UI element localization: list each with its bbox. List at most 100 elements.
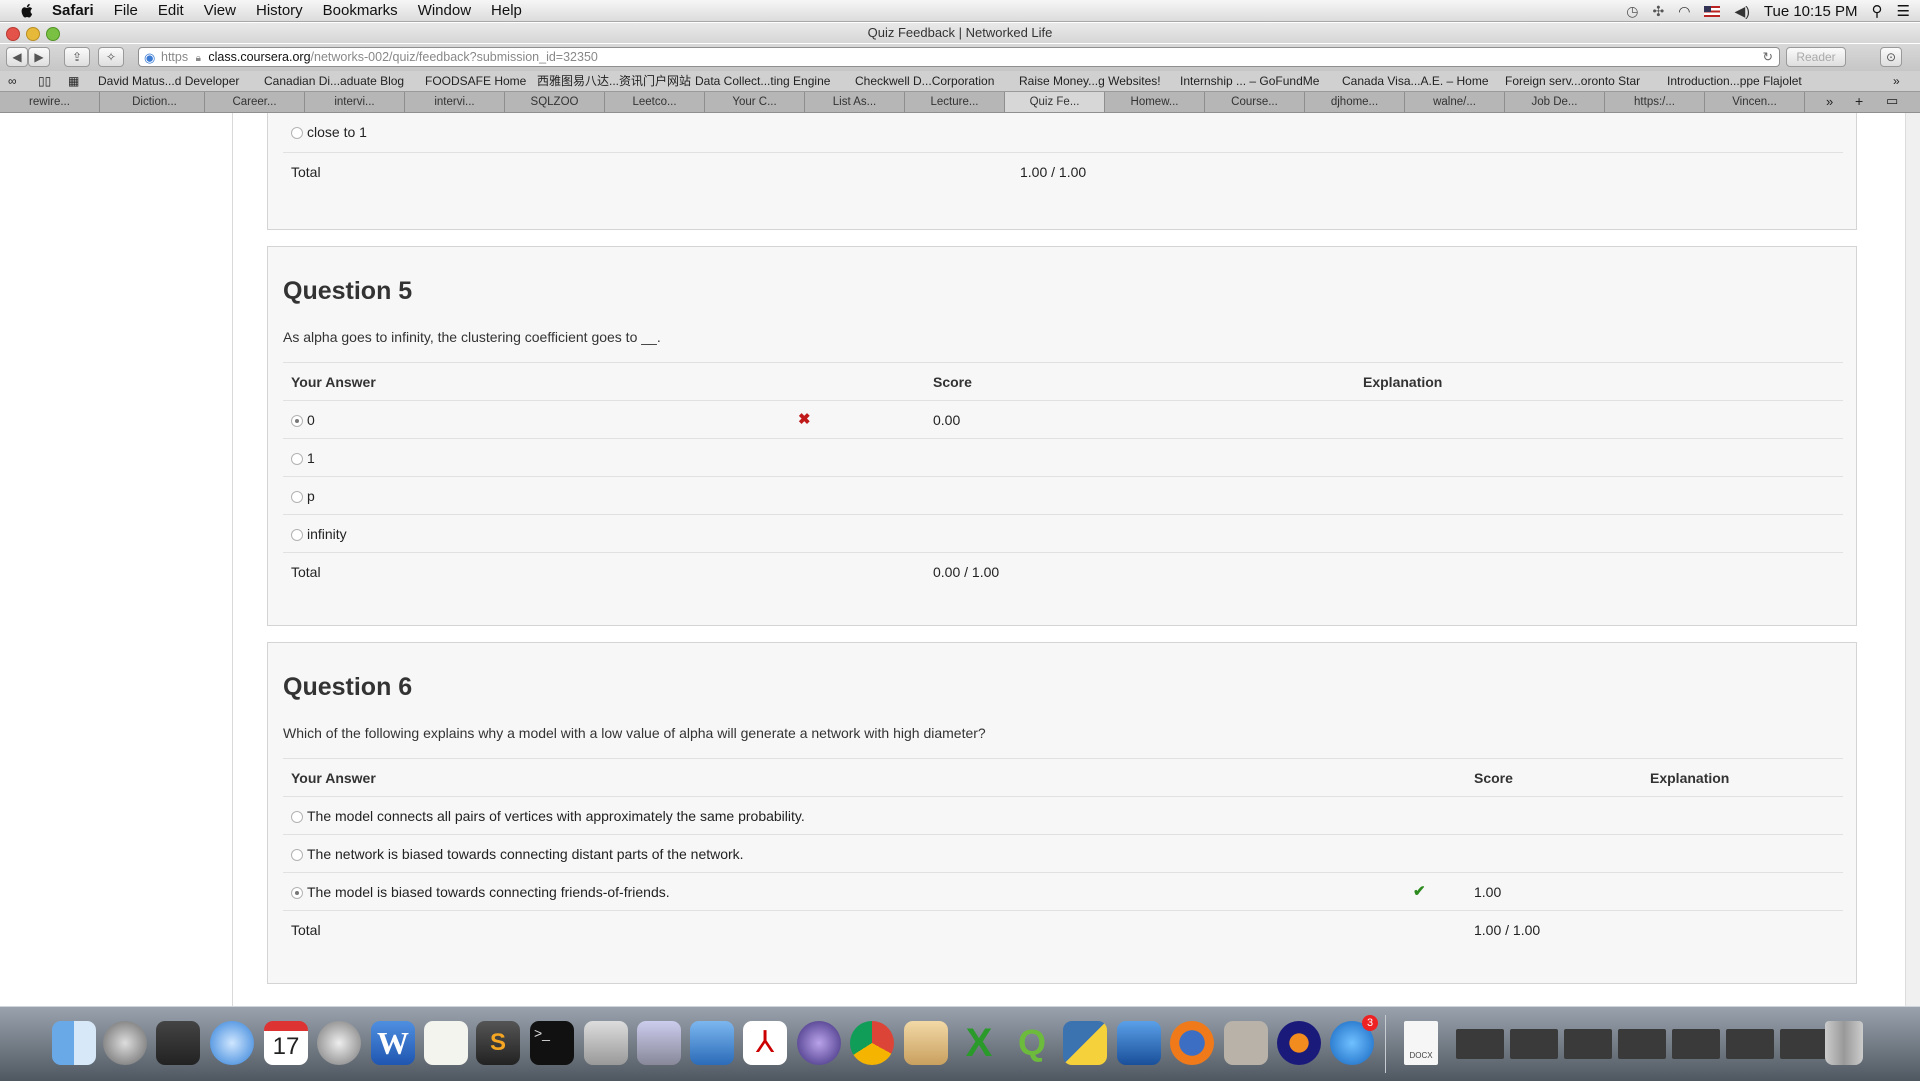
radio-button[interactable] <box>291 849 303 861</box>
acrobat-icon[interactable]: ⅄ <box>743 1021 787 1065</box>
menu-file[interactable]: File <box>114 2 138 19</box>
minimized-window-thumbnail[interactable] <box>1672 1029 1720 1059</box>
menu-edit[interactable]: Edit <box>158 2 184 19</box>
spotlight-icon[interactable]: ⚲ <box>1872 2 1883 20</box>
docx-file-icon[interactable]: DOCX <box>1404 1021 1438 1065</box>
bookmark-item[interactable]: Canada Visa...A.E. – Home <box>1342 71 1489 91</box>
audacity-icon[interactable] <box>1277 1021 1321 1065</box>
zoom-window-button[interactable] <box>46 27 60 41</box>
radio-button[interactable] <box>291 811 303 823</box>
tab-overview-icon[interactable]: ▭ <box>1886 93 1898 109</box>
tab[interactable]: Homew... <box>1105 92 1205 112</box>
close-window-button[interactable] <box>6 27 20 41</box>
tab[interactable]: Lecture... <box>905 92 1005 112</box>
tab[interactable]: List As... <box>805 92 905 112</box>
forward-button[interactable]: ▶ <box>28 47 50 67</box>
minimized-window-thumbnail[interactable] <box>1726 1029 1774 1059</box>
radio-button[interactable] <box>291 529 303 541</box>
qgis-icon[interactable]: Q <box>1010 1021 1054 1065</box>
tab[interactable]: Diction... <box>105 92 205 112</box>
menu-help[interactable]: Help <box>491 2 522 19</box>
system-preferences-icon[interactable] <box>317 1021 361 1065</box>
bookmark-item[interactable]: Foreign serv...oronto Star <box>1505 71 1640 91</box>
sublime-text-icon[interactable]: S <box>476 1021 520 1065</box>
notifications-icon[interactable]: ☰ <box>1897 2 1910 20</box>
finder-icon[interactable] <box>52 1021 96 1065</box>
terminal-icon[interactable]: >_ <box>530 1021 574 1065</box>
radio-button[interactable] <box>291 453 303 465</box>
tab-active[interactable]: Quiz Fe... <box>1005 92 1105 112</box>
xcode-icon[interactable] <box>690 1021 734 1065</box>
bookmark-item[interactable]: Internship ... – GoFundMe <box>1180 71 1319 91</box>
bookmark-item[interactable]: Data Collect...ting Engine <box>695 71 830 91</box>
safari-icon[interactable] <box>210 1021 254 1065</box>
tab[interactable]: intervi... <box>305 92 405 112</box>
folder-icon[interactable] <box>904 1021 948 1065</box>
github-icon[interactable] <box>1224 1021 1268 1065</box>
bookmarks-icon[interactable]: ▯▯ <box>38 71 51 91</box>
minimized-window-thumbnail[interactable] <box>1780 1029 1828 1059</box>
mission-control-icon[interactable] <box>156 1021 200 1065</box>
bluetooth-icon[interactable]: ✣ <box>1652 3 1664 20</box>
bookmark-item[interactable]: Canadian Di...aduate Blog <box>264 71 404 91</box>
excel-icon[interactable]: X <box>957 1021 1001 1065</box>
flag-input-icon[interactable] <box>1704 5 1721 17</box>
preview-icon[interactable] <box>637 1021 681 1065</box>
new-tab-button[interactable]: + <box>1855 93 1863 109</box>
clock[interactable]: Tue 10:15 PM <box>1764 3 1858 20</box>
tab[interactable]: rewire... <box>0 92 100 112</box>
tab[interactable]: intervi... <box>405 92 505 112</box>
bookmark-item[interactable]: FOODSAFE Home <box>425 71 526 91</box>
minimized-window-thumbnail[interactable] <box>1456 1029 1504 1059</box>
menu-app-safari[interactable]: Safari <box>52 2 94 19</box>
bookmark-item[interactable]: David Matus...d Developer <box>98 71 239 91</box>
radio-button[interactable] <box>291 491 303 503</box>
trash-icon[interactable] <box>1825 1021 1863 1065</box>
tab[interactable]: walne/... <box>1405 92 1505 112</box>
bookmark-item[interactable]: 西雅图易八达...资讯门户网站 <box>537 71 691 91</box>
app-store-icon[interactable]: 3 <box>1330 1015 1378 1065</box>
address-bar[interactable]: ◉ https 🔒︎ class.coursera.org/networks-0… <box>138 47 1780 67</box>
minimized-window-thumbnail[interactable] <box>1564 1029 1612 1059</box>
chrome-icon[interactable] <box>850 1021 894 1065</box>
tab[interactable]: djhome... <box>1305 92 1405 112</box>
python-icon[interactable] <box>1063 1021 1107 1065</box>
bookmark-item[interactable]: Introduction...ppe Flajolet <box>1667 71 1802 91</box>
firefox-icon[interactable] <box>1170 1021 1214 1065</box>
extensions-button[interactable]: ✧ <box>98 47 124 67</box>
menu-window[interactable]: Window <box>418 2 471 19</box>
tab[interactable]: Course... <box>1205 92 1305 112</box>
reading-list-icon[interactable]: ∞ <box>8 71 17 91</box>
tab[interactable]: https:/... <box>1605 92 1705 112</box>
apple-icon[interactable] <box>18 2 36 20</box>
radio-button-selected[interactable] <box>291 887 303 899</box>
share-button[interactable]: ⇪ <box>64 47 90 67</box>
word-icon[interactable]: W <box>371 1021 415 1065</box>
back-button[interactable]: ◀ <box>6 47 28 67</box>
tab[interactable]: Job De... <box>1505 92 1605 112</box>
time-machine-icon[interactable]: ◷ <box>1626 3 1638 20</box>
reader-button[interactable]: Reader <box>1786 47 1846 67</box>
radio-button-selected[interactable] <box>291 415 303 427</box>
textedit-icon[interactable] <box>424 1021 468 1065</box>
vertical-scrollbar[interactable] <box>1905 113 1920 1006</box>
bookmark-item[interactable]: Raise Money...g Websites! <box>1019 71 1161 91</box>
bookmark-item[interactable]: Checkwell D...Corporation <box>855 71 994 91</box>
minimized-window-thumbnail[interactable] <box>1510 1029 1558 1059</box>
tab[interactable]: Career... <box>205 92 305 112</box>
calendar-icon[interactable]: 17 <box>264 1021 308 1065</box>
tab[interactable]: Your C... <box>705 92 805 112</box>
downloads-button[interactable]: ⊙ <box>1880 47 1902 67</box>
tab[interactable]: Leetco... <box>605 92 705 112</box>
wifi-icon[interactable]: ◠ <box>1678 3 1690 20</box>
launchpad-icon[interactable] <box>103 1021 147 1065</box>
more-tabs-icon[interactable]: » <box>1826 94 1833 109</box>
tab[interactable]: SQLZOO <box>505 92 605 112</box>
eclipse-icon[interactable] <box>797 1021 841 1065</box>
utilities-icon[interactable] <box>584 1021 628 1065</box>
top-sites-icon[interactable]: ▦ <box>68 71 79 91</box>
tab[interactable]: Vincen... <box>1705 92 1805 112</box>
reload-icon[interactable]: ↻ <box>1763 48 1773 66</box>
radio-button[interactable] <box>291 127 303 139</box>
minimize-window-button[interactable] <box>26 27 40 41</box>
